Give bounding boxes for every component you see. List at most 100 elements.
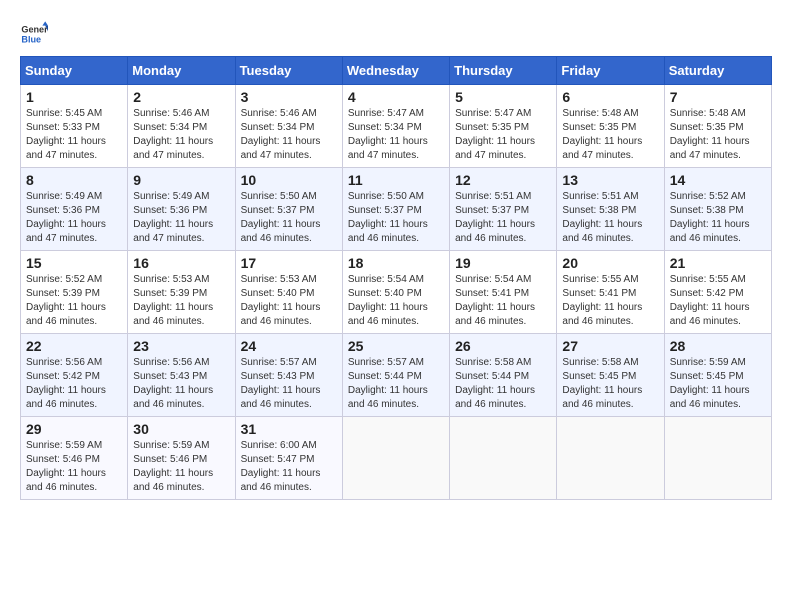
day-info: Sunrise: 5:58 AMSunset: 5:44 PMDaylight:… [455, 356, 551, 412]
day-number: 14 [670, 172, 766, 188]
day-info: Sunrise: 5:53 AMSunset: 5:40 PMDaylight:… [241, 273, 337, 329]
day-number: 4 [348, 89, 444, 105]
calendar-cell: 15 Sunrise: 5:52 AMSunset: 5:39 PMDayligh… [21, 251, 128, 334]
day-info: Sunrise: 5:59 AMSunset: 5:46 PMDaylight:… [26, 439, 122, 495]
calendar-cell: 12 Sunrise: 5:51 AMSunset: 5:37 PMDayligh… [450, 168, 557, 251]
calendar-cell: 13Sunrise: 5:51 AMSunset: 5:38 PMDayligh… [557, 168, 664, 251]
day-info: Sunrise: 5:54 AMSunset: 5:40 PMDaylight:… [348, 273, 444, 329]
day-info: Sunrise: 5:51 AMSunset: 5:37 PMDaylight:… [455, 190, 551, 246]
day-number: 15 [26, 255, 122, 271]
day-number: 9 [133, 172, 229, 188]
calendar-cell: 17 Sunrise: 5:53 AMSunset: 5:40 PMDayligh… [235, 251, 342, 334]
calendar-cell [557, 417, 664, 500]
calendar-cell: 31 Sunrise: 6:00 AMSunset: 5:47 PMDayligh… [235, 417, 342, 500]
svg-text:General: General [21, 25, 48, 35]
header-row: SundayMondayTuesdayWednesdayThursdayFrid… [21, 57, 772, 85]
header-tuesday: Tuesday [235, 57, 342, 85]
day-info: Sunrise: 5:52 AMSunset: 5:39 PMDaylight:… [26, 273, 122, 329]
day-number: 5 [455, 89, 551, 105]
calendar-cell: 19 Sunrise: 5:54 AMSunset: 5:41 PMDayligh… [450, 251, 557, 334]
day-number: 2 [133, 89, 229, 105]
day-info: Sunrise: 5:53 AMSunset: 5:39 PMDaylight:… [133, 273, 229, 329]
day-info: Sunrise: 5:56 AMSunset: 5:43 PMDaylight:… [133, 356, 229, 412]
logo-icon: General Blue [20, 20, 48, 48]
day-info: Sunrise: 5:54 AMSunset: 5:41 PMDaylight:… [455, 273, 551, 329]
calendar-cell: 25 Sunrise: 5:57 AMSunset: 5:44 PMDayligh… [342, 334, 449, 417]
day-info: Sunrise: 5:49 AMSunset: 5:36 PMDaylight:… [26, 190, 122, 246]
day-number: 6 [562, 89, 658, 105]
day-info: Sunrise: 5:58 AMSunset: 5:45 PMDaylight:… [562, 356, 658, 412]
day-info: Sunrise: 6:00 AMSunset: 5:47 PMDaylight:… [241, 439, 337, 495]
calendar-cell: 29 Sunrise: 5:59 AMSunset: 5:46 PMDayligh… [21, 417, 128, 500]
calendar-cell: 5 Sunrise: 5:47 AMSunset: 5:35 PMDaylight… [450, 85, 557, 168]
week-row-3: 15 Sunrise: 5:52 AMSunset: 5:39 PMDayligh… [21, 251, 772, 334]
day-info: Sunrise: 5:47 AMSunset: 5:35 PMDaylight:… [455, 107, 551, 163]
day-info: Sunrise: 5:59 AMSunset: 5:46 PMDaylight:… [133, 439, 229, 495]
calendar-cell: 8 Sunrise: 5:49 AMSunset: 5:36 PMDaylight… [21, 168, 128, 251]
day-info: Sunrise: 5:46 AMSunset: 5:34 PMDaylight:… [133, 107, 229, 163]
calendar-cell: 18 Sunrise: 5:54 AMSunset: 5:40 PMDayligh… [342, 251, 449, 334]
calendar-cell: 14 Sunrise: 5:52 AMSunset: 5:38 PMDayligh… [664, 168, 771, 251]
day-info: Sunrise: 5:46 AMSunset: 5:34 PMDaylight:… [241, 107, 337, 163]
day-number: 18 [348, 255, 444, 271]
calendar-cell: 24Sunrise: 5:57 AMSunset: 5:43 PMDayligh… [235, 334, 342, 417]
day-info: Sunrise: 5:48 AMSunset: 5:35 PMDaylight:… [562, 107, 658, 163]
day-number: 27 [562, 338, 658, 354]
day-number: 22 [26, 338, 122, 354]
day-number: 17 [241, 255, 337, 271]
header-friday: Friday [557, 57, 664, 85]
day-info: Sunrise: 5:51 AMSunset: 5:38 PMDaylight:… [562, 190, 658, 246]
calendar-cell: 11Sunrise: 5:50 AMSunset: 5:37 PMDayligh… [342, 168, 449, 251]
day-number: 19 [455, 255, 551, 271]
calendar-cell: 16 Sunrise: 5:53 AMSunset: 5:39 PMDayligh… [128, 251, 235, 334]
day-info: Sunrise: 5:57 AMSunset: 5:44 PMDaylight:… [348, 356, 444, 412]
calendar-cell: 3 Sunrise: 5:46 AMSunset: 5:34 PMDaylight… [235, 85, 342, 168]
calendar-cell: 27 Sunrise: 5:58 AMSunset: 5:45 PMDayligh… [557, 334, 664, 417]
calendar-cell: 9 Sunrise: 5:49 AMSunset: 5:36 PMDaylight… [128, 168, 235, 251]
day-number: 30 [133, 421, 229, 437]
calendar-cell: 26 Sunrise: 5:58 AMSunset: 5:44 PMDayligh… [450, 334, 557, 417]
day-number: 7 [670, 89, 766, 105]
header-monday: Monday [128, 57, 235, 85]
calendar-cell: 22 Sunrise: 5:56 AMSunset: 5:42 PMDayligh… [21, 334, 128, 417]
day-number: 10 [241, 172, 337, 188]
day-number: 16 [133, 255, 229, 271]
week-row-2: 8 Sunrise: 5:49 AMSunset: 5:36 PMDaylight… [21, 168, 772, 251]
header-sunday: Sunday [21, 57, 128, 85]
day-info: Sunrise: 5:45 AMSunset: 5:33 PMDaylight:… [26, 107, 122, 163]
calendar-table: SundayMondayTuesdayWednesdayThursdayFrid… [20, 56, 772, 500]
day-number: 25 [348, 338, 444, 354]
day-number: 29 [26, 421, 122, 437]
calendar-cell: 4 Sunrise: 5:47 AMSunset: 5:34 PMDaylight… [342, 85, 449, 168]
day-number: 26 [455, 338, 551, 354]
day-number: 28 [670, 338, 766, 354]
day-number: 8 [26, 172, 122, 188]
calendar-cell: 28Sunrise: 5:59 AMSunset: 5:45 PMDayligh… [664, 334, 771, 417]
day-info: Sunrise: 5:55 AMSunset: 5:42 PMDaylight:… [670, 273, 766, 329]
calendar-cell: 6 Sunrise: 5:48 AMSunset: 5:35 PMDaylight… [557, 85, 664, 168]
day-number: 31 [241, 421, 337, 437]
day-number: 21 [670, 255, 766, 271]
header-wednesday: Wednesday [342, 57, 449, 85]
week-row-5: 29 Sunrise: 5:59 AMSunset: 5:46 PMDayligh… [21, 417, 772, 500]
day-info: Sunrise: 5:55 AMSunset: 5:41 PMDaylight:… [562, 273, 658, 329]
day-number: 24 [241, 338, 337, 354]
day-info: Sunrise: 5:48 AMSunset: 5:35 PMDaylight:… [670, 107, 766, 163]
calendar-cell: 2 Sunrise: 5:46 AMSunset: 5:34 PMDaylight… [128, 85, 235, 168]
calendar-cell: 1 Sunrise: 5:45 AMSunset: 5:33 PMDaylight… [21, 85, 128, 168]
calendar-cell: 30 Sunrise: 5:59 AMSunset: 5:46 PMDayligh… [128, 417, 235, 500]
day-info: Sunrise: 5:47 AMSunset: 5:34 PMDaylight:… [348, 107, 444, 163]
day-info: Sunrise: 5:52 AMSunset: 5:38 PMDaylight:… [670, 190, 766, 246]
day-number: 12 [455, 172, 551, 188]
day-info: Sunrise: 5:56 AMSunset: 5:42 PMDaylight:… [26, 356, 122, 412]
day-number: 20 [562, 255, 658, 271]
svg-text:Blue: Blue [21, 34, 41, 44]
day-number: 3 [241, 89, 337, 105]
day-number: 1 [26, 89, 122, 105]
header-thursday: Thursday [450, 57, 557, 85]
day-number: 23 [133, 338, 229, 354]
logo: General Blue [20, 20, 48, 48]
calendar-cell: 7 Sunrise: 5:48 AMSunset: 5:35 PMDaylight… [664, 85, 771, 168]
day-info: Sunrise: 5:49 AMSunset: 5:36 PMDaylight:… [133, 190, 229, 246]
day-number: 11 [348, 172, 444, 188]
